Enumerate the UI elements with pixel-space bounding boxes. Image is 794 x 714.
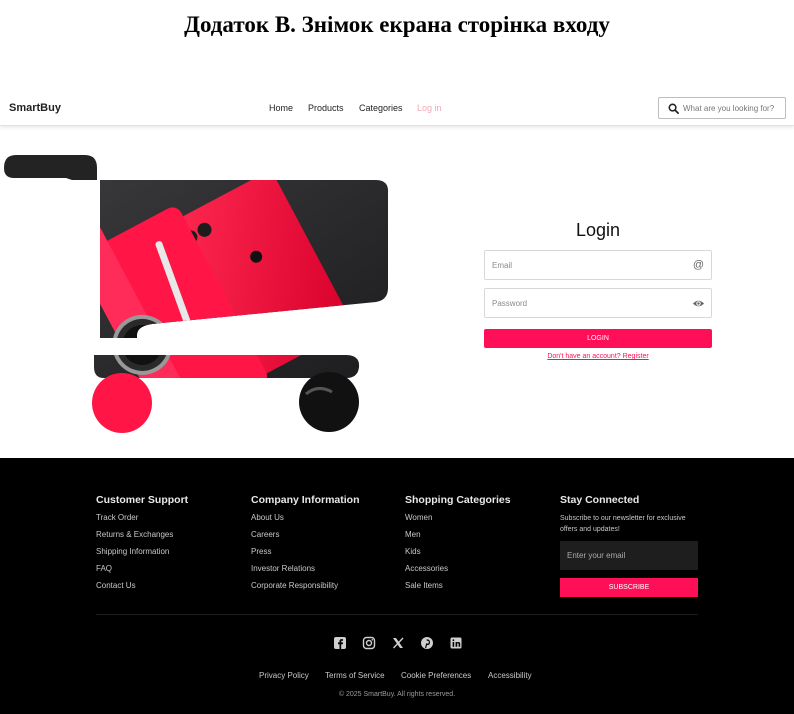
footer-link-faq[interactable]: FAQ [96, 564, 188, 581]
login-title: Login [575, 220, 621, 240]
search-input[interactable] [683, 101, 783, 115]
footer-heading: Stay Connected [560, 494, 640, 506]
hero-cart-image [4, 155, 389, 433]
footer-heading: Shopping Categories [405, 494, 511, 506]
cart-handle [4, 155, 97, 180]
footer-column-shopping-categories: Shopping Categories Women Men Kids Acces… [405, 494, 511, 598]
copyright-text: © 2025 SmartBuy. All rights reserved. [338, 691, 456, 698]
footer-link-women[interactable]: Women [405, 513, 511, 530]
footer-legal-accessibility[interactable]: Accessibility [488, 671, 532, 680]
footer-column-company-information: Company Information About Us Careers Pre… [251, 494, 360, 598]
password-input[interactable] [492, 297, 687, 310]
newsletter-email-input[interactable] [567, 549, 691, 561]
footer: Customer Support Track Order Returns & E… [0, 458, 794, 714]
footer-link-men[interactable]: Men [405, 530, 511, 547]
email-input[interactable] [492, 259, 687, 272]
footer-column-newsletter: Stay Connected Subscribe to our newslett… [560, 494, 700, 604]
footer-link-responsibility[interactable]: Corporate Responsibility [251, 581, 360, 598]
cart-wheel-right [299, 372, 359, 432]
subscribe-button[interactable]: SUBSCRIBE [560, 578, 698, 597]
footer-legal-terms[interactable]: Terms of Service [325, 671, 385, 680]
nav-link-login[interactable]: Log in [417, 103, 442, 113]
newsletter-email-field[interactable] [560, 541, 698, 570]
footer-link-shipping[interactable]: Shipping Information [96, 547, 188, 564]
search-box[interactable] [658, 97, 786, 119]
eye-icon[interactable] [692, 297, 705, 310]
footer-link-investors[interactable]: Investor Relations [251, 564, 360, 581]
footer-link-contact[interactable]: Contact Us [96, 581, 188, 598]
nav-link-categories[interactable]: Categories [359, 103, 403, 113]
footer-legal-cookies[interactable]: Cookie Preferences [401, 671, 471, 680]
search-icon [668, 103, 679, 114]
footer-link-returns[interactable]: Returns & Exchanges [96, 530, 188, 547]
footer-link-careers[interactable]: Careers [251, 530, 360, 547]
footer-link-kids[interactable]: Kids [405, 547, 511, 564]
site-logo[interactable]: SmartBuy [9, 102, 61, 114]
email-field[interactable]: @ [484, 250, 712, 280]
document-heading: Додаток В. Знімок екрана сторінка входу [184, 12, 610, 37]
footer-heading: Customer Support [96, 494, 189, 506]
footer-heading: Company Information [251, 494, 360, 506]
footer-link-track-order[interactable]: Track Order [96, 513, 188, 530]
footer-divider [96, 614, 698, 615]
footer-column-customer-support: Customer Support Track Order Returns & E… [96, 494, 188, 598]
footer-link-press[interactable]: Press [251, 547, 360, 564]
footer-legal-privacy[interactable]: Privacy Policy [259, 671, 309, 680]
instagram-icon[interactable] [362, 636, 376, 650]
newsletter-text: Subscribe to our newsletter for exclusiv… [560, 515, 686, 533]
footer-link-about[interactable]: About Us [251, 513, 360, 530]
login-button[interactable]: LOGIN [484, 329, 712, 348]
nav-link-home[interactable]: Home [269, 103, 293, 113]
linkedin-icon[interactable] [449, 636, 463, 650]
cart-wheel-left [92, 373, 152, 433]
facebook-icon[interactable] [333, 636, 347, 650]
footer-link-accessories[interactable]: Accessories [405, 564, 511, 581]
nav-link-products[interactable]: Products [308, 103, 344, 113]
x-icon[interactable] [391, 636, 405, 650]
footer-link-sale[interactable]: Sale Items [405, 581, 511, 598]
pinterest-icon[interactable] [420, 636, 434, 650]
password-field[interactable] [484, 288, 712, 318]
register-link[interactable]: Don't have an account? Register [484, 353, 712, 360]
at-icon: @ [692, 259, 705, 271]
navbar: SmartBuy Home Products Categories Log in [0, 91, 794, 126]
